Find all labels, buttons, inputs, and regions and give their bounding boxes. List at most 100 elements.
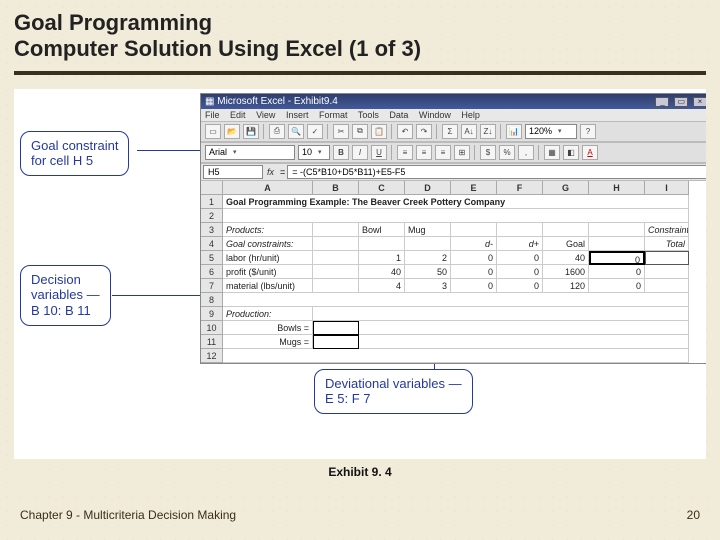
row-header[interactable]: 9 [201, 307, 223, 321]
cell[interactable]: 0 [497, 265, 543, 279]
preview-icon[interactable]: 🔍 [288, 124, 304, 139]
zoom-select[interactable]: 120% [525, 124, 577, 139]
cell[interactable]: 2 [405, 251, 451, 265]
cell[interactable] [589, 237, 645, 251]
menu-format[interactable]: Format [319, 110, 348, 120]
cell[interactable] [313, 307, 689, 321]
cell[interactable]: 1600 [543, 265, 589, 279]
bold-icon[interactable]: B [333, 145, 349, 160]
col-header-h[interactable]: H [589, 181, 645, 195]
cell[interactable]: 120 [543, 279, 589, 293]
help-icon[interactable]: ? [580, 124, 596, 139]
cell[interactable]: 0 [497, 251, 543, 265]
cell[interactable]: d- [451, 237, 497, 251]
cell[interactable] [223, 293, 689, 307]
close-button[interactable]: × [693, 97, 706, 107]
col-header-i[interactable]: I [645, 181, 689, 195]
cell-h5[interactable]: 0 [589, 251, 645, 265]
undo-icon[interactable]: ↶ [397, 124, 413, 139]
new-icon[interactable]: ▭ [205, 124, 221, 139]
row-header[interactable]: 7 [201, 279, 223, 293]
font-name-select[interactable]: Arial [205, 145, 295, 160]
row-header[interactable]: 5 [201, 251, 223, 265]
cell[interactable] [223, 349, 689, 363]
cell[interactable] [313, 237, 359, 251]
menu-view[interactable]: View [256, 110, 275, 120]
sort-asc-icon[interactable]: A↓ [461, 124, 477, 139]
row-header[interactable]: 6 [201, 265, 223, 279]
row-header[interactable]: 8 [201, 293, 223, 307]
cell[interactable] [359, 237, 405, 251]
row-header[interactable]: 12 [201, 349, 223, 363]
cell[interactable] [589, 223, 645, 237]
cell-b11[interactable] [313, 335, 359, 349]
cell[interactable]: Bowl [359, 223, 405, 237]
cell[interactable]: 0 [451, 251, 497, 265]
font-size-select[interactable]: 10 [298, 145, 330, 160]
cell[interactable]: Production: [223, 307, 313, 321]
cell[interactable]: 3 [405, 279, 451, 293]
merge-icon[interactable]: ⊞ [454, 145, 470, 160]
cell[interactable]: 40 [359, 265, 405, 279]
save-icon[interactable]: 💾 [243, 124, 259, 139]
cell[interactable]: 0 [451, 265, 497, 279]
cell[interactable] [645, 279, 689, 293]
cell[interactable]: Bowls = [223, 321, 313, 335]
row-header[interactable]: 3 [201, 223, 223, 237]
cell[interactable]: profit ($/unit) [223, 265, 313, 279]
minimize-button[interactable]: _ [655, 97, 669, 107]
spreadsheet-grid[interactable]: A B C D E F G H I 1 Goal Programming Exa… [201, 181, 706, 363]
name-box[interactable]: H5 [203, 165, 263, 179]
cell[interactable] [405, 237, 451, 251]
cell[interactable] [359, 335, 689, 349]
chart-icon[interactable]: 📊 [506, 124, 522, 139]
cell[interactable]: Mugs = [223, 335, 313, 349]
fx-label[interactable]: fx [263, 167, 278, 177]
menu-window[interactable]: Window [419, 110, 451, 120]
paste-icon[interactable]: 📋 [371, 124, 387, 139]
col-header-f[interactable]: F [497, 181, 543, 195]
spell-icon[interactable]: ✓ [307, 124, 323, 139]
col-header-e[interactable]: E [451, 181, 497, 195]
menu-help[interactable]: Help [461, 110, 480, 120]
menu-tools[interactable]: Tools [358, 110, 379, 120]
cut-icon[interactable]: ✂ [333, 124, 349, 139]
cell[interactable]: 40 [543, 251, 589, 265]
maximize-button[interactable]: ▭ [674, 97, 688, 107]
cell[interactable]: 0 [497, 279, 543, 293]
row-header[interactable]: 1 [201, 195, 223, 209]
menu-insert[interactable]: Insert [286, 110, 309, 120]
cell[interactable]: d+ [497, 237, 543, 251]
menu-file[interactable]: File [205, 110, 220, 120]
cell[interactable] [645, 251, 689, 265]
cell[interactable]: Constraint [645, 223, 689, 237]
underline-icon[interactable]: U [371, 145, 387, 160]
cell[interactable] [543, 223, 589, 237]
cell[interactable] [645, 265, 689, 279]
cell[interactable] [313, 251, 359, 265]
cell[interactable]: 50 [405, 265, 451, 279]
font-color-icon[interactable]: A [582, 145, 598, 160]
cell[interactable]: Goal Programming Example: The Beaver Cre… [223, 195, 689, 209]
row-header[interactable]: 11 [201, 335, 223, 349]
redo-icon[interactable]: ↷ [416, 124, 432, 139]
comma-icon[interactable]: , [518, 145, 534, 160]
cell[interactable]: 0 [589, 265, 645, 279]
align-left-icon[interactable]: ≡ [397, 145, 413, 160]
row-header[interactable]: 2 [201, 209, 223, 223]
cell[interactable]: 0 [451, 279, 497, 293]
print-icon[interactable]: ⎙ [269, 124, 285, 139]
align-right-icon[interactable]: ≡ [435, 145, 451, 160]
cell[interactable] [497, 223, 543, 237]
col-header-g[interactable]: G [543, 181, 589, 195]
cell[interactable]: Goal [543, 237, 589, 251]
col-header-d[interactable]: D [405, 181, 451, 195]
cell[interactable]: 1 [359, 251, 405, 265]
cell[interactable]: Products: [223, 223, 313, 237]
align-center-icon[interactable]: ≡ [416, 145, 432, 160]
cell[interactable]: 0 [589, 279, 645, 293]
col-header-c[interactable]: C [359, 181, 405, 195]
cell[interactable] [451, 223, 497, 237]
cell[interactable] [313, 279, 359, 293]
row-header[interactable]: 10 [201, 321, 223, 335]
